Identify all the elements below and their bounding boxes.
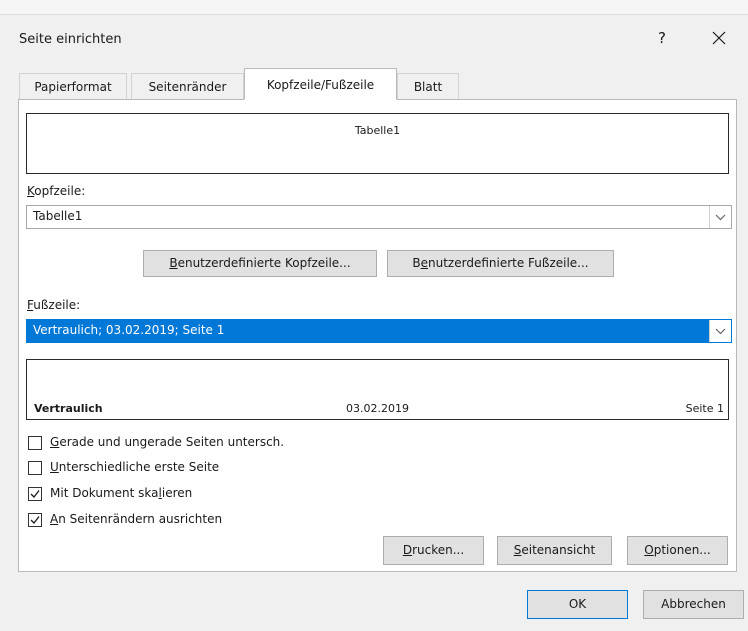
- background-strip: [0, 0, 748, 14]
- ok-button[interactable]: OK: [527, 590, 628, 619]
- label-scale-with-document: Mit Dokument skalieren: [50, 486, 193, 500]
- label-different-odd-even: Gerade und ungerade Seiten untersch.: [50, 435, 285, 449]
- checkmark-icon: [30, 490, 40, 498]
- cancel-button[interactable]: Abbrechen: [643, 590, 744, 619]
- header-label: Kopfzeile:: [27, 184, 86, 198]
- checkbox-different-odd-even[interactable]: [28, 436, 42, 450]
- close-button[interactable]: [706, 25, 732, 51]
- print-preview-button[interactable]: Seitenansicht: [497, 536, 612, 565]
- footer-dropdown-arrow[interactable]: [709, 320, 731, 342]
- header-dropdown[interactable]: Tabelle1: [26, 205, 732, 229]
- chevron-down-icon: [715, 328, 726, 335]
- header-preview: [26, 113, 729, 174]
- options-button[interactable]: Optionen...: [627, 536, 728, 565]
- footer-label: Fußzeile:: [27, 298, 81, 312]
- tab-blatt[interactable]: Blatt: [397, 73, 459, 99]
- label-align-with-margins: An Seitenrändern ausrichten: [50, 512, 223, 526]
- checkbox-align-with-margins[interactable]: [28, 513, 42, 527]
- header-preview-center: Tabelle1: [354, 124, 401, 137]
- custom-footer-button[interactable]: Benutzerdefinierte Fußzeile...: [387, 250, 614, 277]
- tab-seitenraender[interactable]: Seitenränder: [131, 73, 244, 99]
- checkbox-different-first-page[interactable]: [28, 461, 42, 475]
- footer-preview-right: Seite 1: [685, 402, 724, 415]
- label-different-first-page: Unterschiedliche erste Seite: [50, 460, 220, 474]
- footer-dropdown-value: Vertraulich; 03.02.2019; Seite 1: [33, 323, 225, 337]
- dialog-title: Seite einrichten: [19, 32, 122, 47]
- header-dropdown-arrow[interactable]: [709, 206, 731, 228]
- help-button[interactable]: ?: [651, 27, 673, 49]
- tab-papierformat[interactable]: Papierformat: [19, 73, 127, 99]
- tab-kopfzeile-fusszeile[interactable]: Kopfzeile/Fußzeile: [244, 68, 397, 100]
- custom-header-button[interactable]: Benutzerdefinierte Kopfzeile...: [143, 250, 377, 277]
- print-button[interactable]: Drucken...: [383, 536, 484, 565]
- close-icon: [712, 31, 726, 45]
- checkmark-icon: [30, 516, 40, 524]
- footer-dropdown[interactable]: Vertraulich; 03.02.2019; Seite 1: [26, 319, 732, 343]
- checkbox-scale-with-document[interactable]: [28, 487, 42, 501]
- header-dropdown-value: Tabelle1: [33, 209, 83, 223]
- chevron-down-icon: [715, 214, 726, 221]
